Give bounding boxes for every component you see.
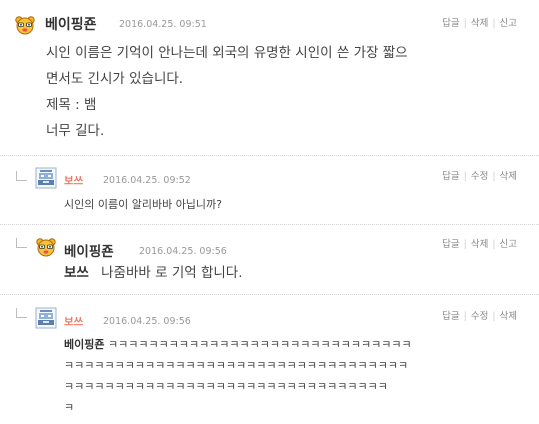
reply-indent-mark [16, 238, 27, 248]
comment-text-line: 베이핑죤 ㅋㅋㅋㅋㅋㅋㅋㅋㅋㅋㅋㅋㅋㅋㅋㅋㅋㅋㅋㅋㅋㅋㅋㅋㅋㅋㅋㅋㅋㅋ [64, 334, 519, 355]
comment-body: 시인의 이름이 알리바바 아닙니까? [64, 197, 222, 213]
comment-text-line: 시인의 이름이 알리바바 아닙니까? [64, 198, 223, 211]
comment-author[interactable]: 보쓰 [64, 173, 83, 188]
comment-author[interactable]: 베이핑죤 [64, 240, 114, 260]
reply-indent-mark [16, 171, 27, 181]
comment-text-line: 면서도 긴시가 있습니다. [46, 71, 184, 87]
avatar-pixel-icon[interactable] [35, 307, 57, 333]
comment-text-line: 제목 : 뱀 [46, 97, 97, 113]
comment-1: 베이핑죤 2016.04.25. 09:51 답글 | 삭제 | 신고 시인 이름은 기… [0, 0, 539, 150]
comment-text-line: ㅋ [64, 401, 75, 414]
comment-text: 나줌바바 로 기억 합니다. [101, 265, 243, 281]
delete-button[interactable]: 삭제 [500, 171, 517, 182]
reply-button[interactable]: 답글 [442, 239, 459, 250]
reply-button[interactable]: 답글 [442, 18, 459, 29]
reply-button[interactable]: 답글 [442, 311, 459, 322]
mention-tag[interactable]: 보쓰 [64, 265, 89, 281]
comment-4: 보쓰 2016.04.25. 09:56 답글 | 수정 | 삭제 베이핑죤 ㅋㅋㅋㅋㅋ… [0, 294, 539, 424]
report-button[interactable]: 신고 [500, 239, 517, 250]
comment-3: 베이핑죤 2016.04.25. 09:56 답글 | 삭제 | 신고 보쓰 나줌바바 … [0, 224, 539, 294]
mention-tag[interactable]: 베이핑죤 [64, 338, 104, 351]
comment-actions: 답글 | 삭제 | 신고 [442, 18, 517, 29]
reply-indent-mark [16, 308, 27, 318]
comment-body: 베이핑죤 ㅋㅋㅋㅋㅋㅋㅋㅋㅋㅋㅋㅋㅋㅋㅋㅋㅋㅋㅋㅋㅋㅋㅋㅋㅋㅋㅋㅋㅋㅋ ㅋㅋㅋㅋ… [64, 334, 519, 418]
comment-body: 시인 이름은 기억이 안나는데 외국의 유명한 시인이 쓴 가장 짧으 면서도 … [46, 40, 408, 144]
comment-text: ㅋㅋㅋㅋㅋㅋㅋㅋㅋㅋㅋㅋㅋㅋㅋㅋㅋㅋㅋㅋㅋㅋㅋㅋㅋㅋㅋㅋㅋㅋ [107, 338, 412, 351]
comment-author[interactable]: 베이핑죤 [45, 14, 97, 34]
comment-actions: 답글 | 수정 | 삭제 [442, 311, 517, 322]
comment-2: 보쓰 2016.04.25. 09:52 답글 | 수정 | 삭제 시인의 이름이 알리… [0, 155, 539, 223]
comment-date: 2016.04.25. 09:56 [139, 246, 227, 257]
report-button[interactable]: 신고 [500, 18, 517, 29]
comment-text-line: ㅋㅋㅋㅋㅋㅋㅋㅋㅋㅋㅋㅋㅋㅋㅋㅋㅋㅋㅋㅋㅋㅋㅋㅋㅋㅋㅋㅋㅋㅋㅋㅋ [64, 380, 388, 393]
edit-button[interactable]: 수정 [471, 171, 488, 182]
comment-actions: 답글 | 삭제 | 신고 [442, 239, 517, 250]
comment-body: 보쓰 나줌바바 로 기억 합니다. [64, 262, 243, 284]
avatar-bear-icon[interactable] [35, 236, 57, 262]
comment-date: 2016.04.25. 09:51 [119, 19, 207, 30]
comment-text-line: 너무 길다. [46, 123, 105, 139]
comment-text-line: 시인 이름은 기억이 안나는데 외국의 유명한 시인이 쓴 가장 짧으 [46, 45, 408, 61]
avatar-pixel-icon[interactable] [35, 167, 57, 193]
edit-button[interactable]: 수정 [471, 311, 488, 322]
comment-author[interactable]: 보쓰 [64, 314, 83, 329]
comment-date: 2016.04.25. 09:56 [103, 316, 191, 327]
delete-button[interactable]: 삭제 [500, 311, 517, 322]
reply-button[interactable]: 답글 [442, 171, 459, 182]
delete-button[interactable]: 삭제 [471, 239, 488, 250]
avatar-bear-icon[interactable] [14, 14, 36, 40]
comment-date: 2016.04.25. 09:52 [103, 175, 191, 186]
comment-actions: 답글 | 수정 | 삭제 [442, 171, 517, 182]
comment-text-line: ㅋㅋㅋㅋㅋㅋㅋㅋㅋㅋㅋㅋㅋㅋㅋㅋㅋㅋㅋㅋㅋㅋㅋㅋㅋㅋㅋㅋㅋㅋㅋㅋㅋㅋ [64, 359, 409, 372]
delete-button[interactable]: 삭제 [471, 18, 488, 29]
